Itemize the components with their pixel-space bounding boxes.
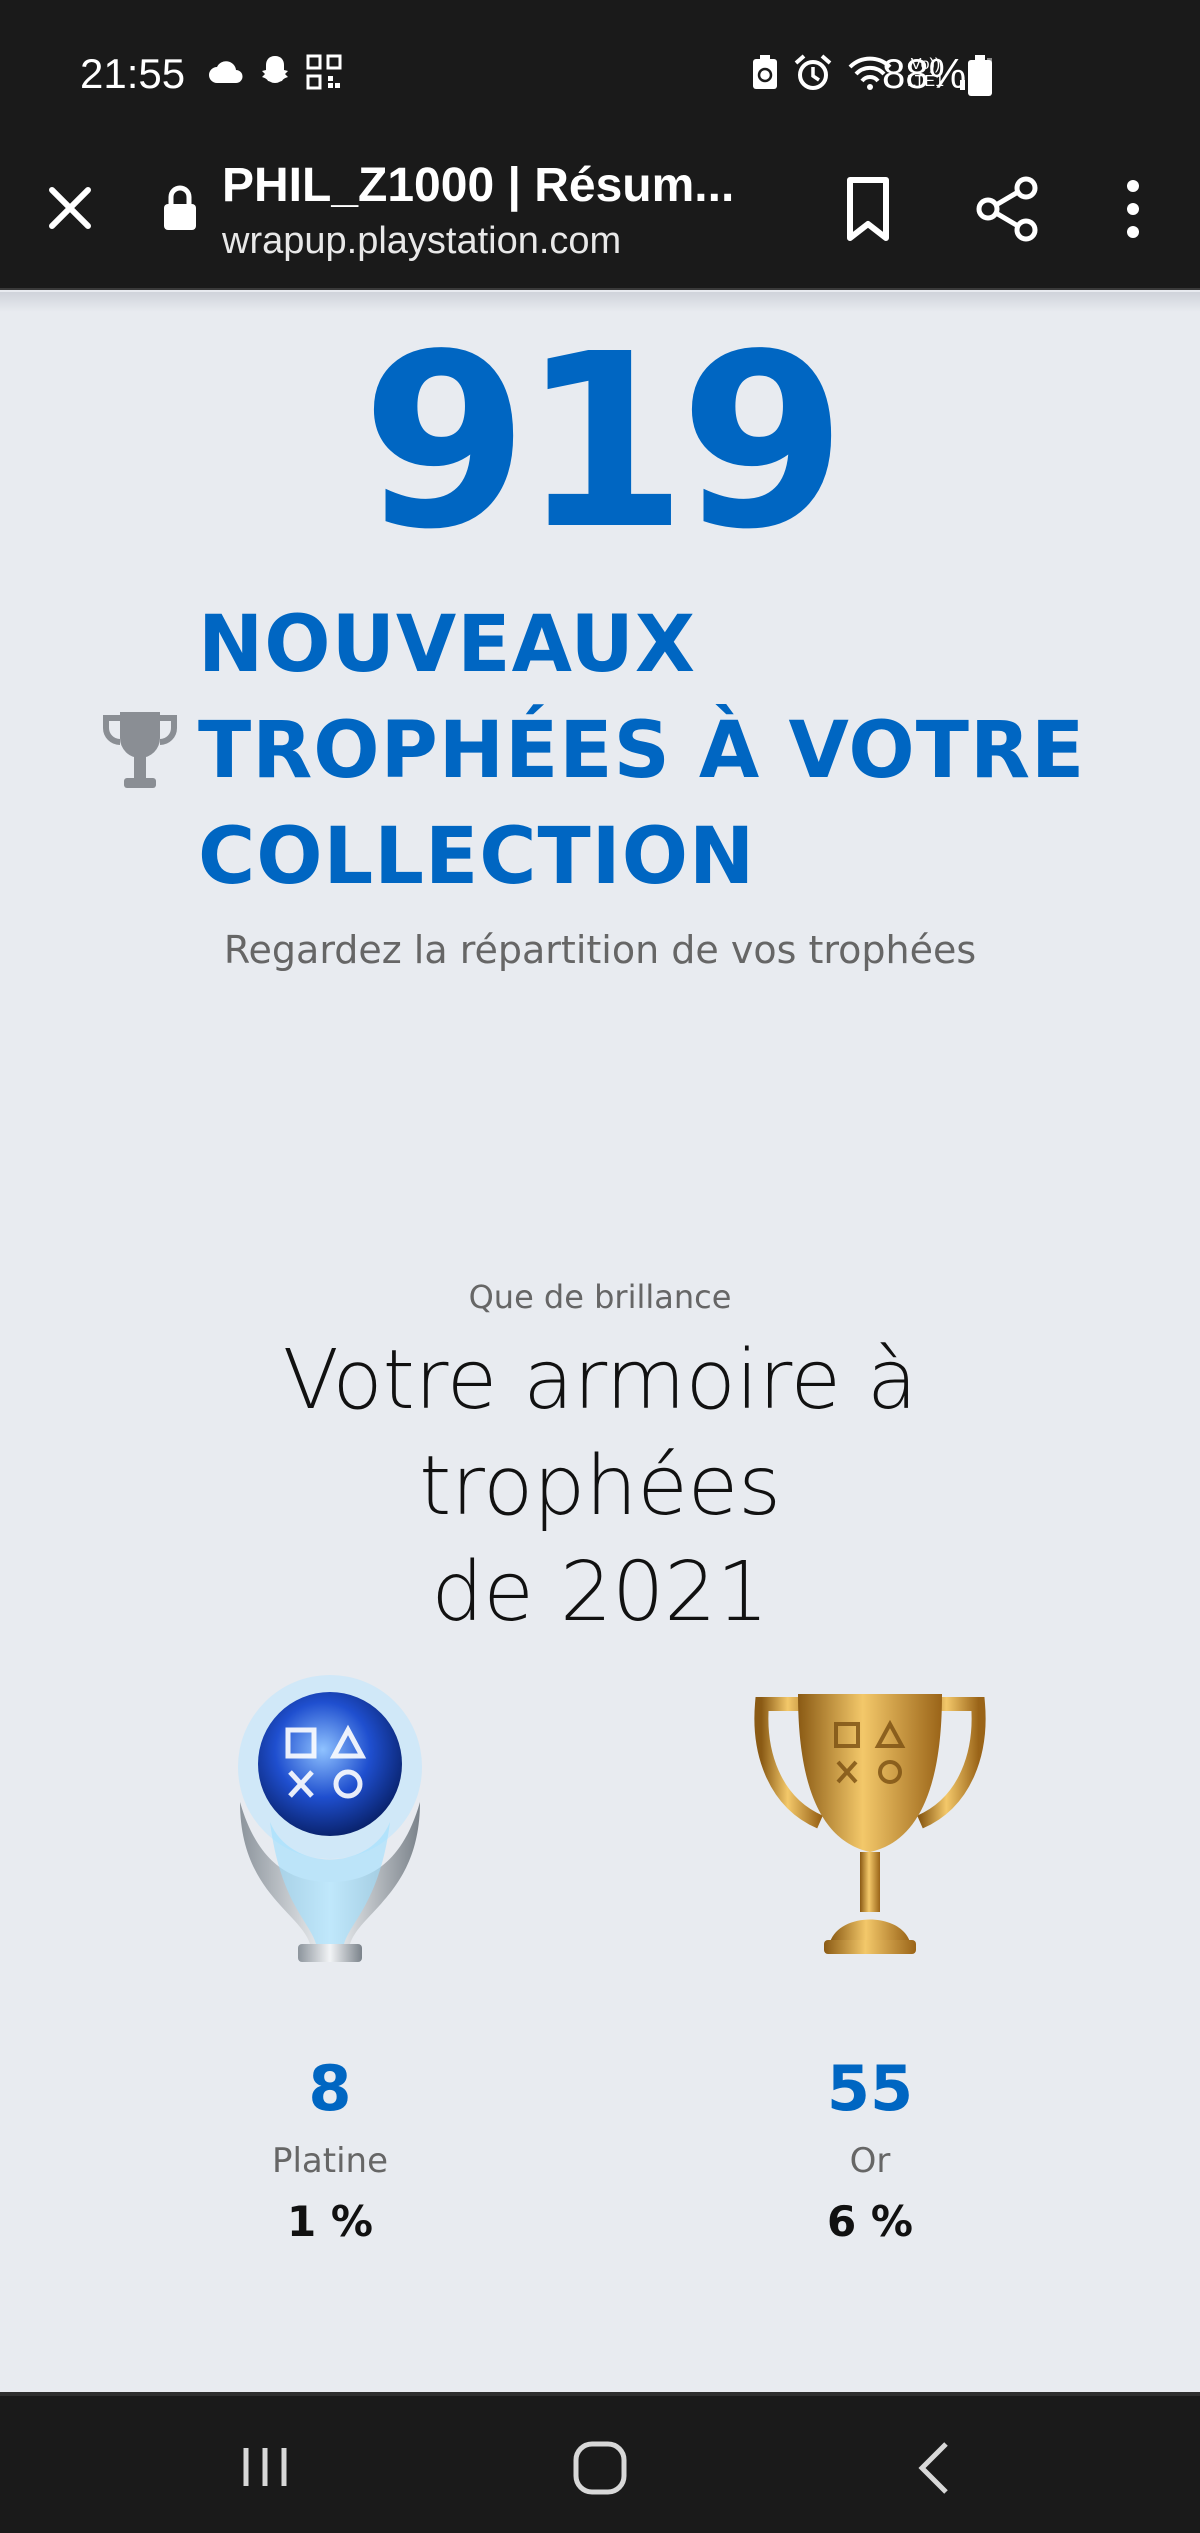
trophy-percent: 6 % bbox=[827, 2197, 913, 2246]
headline-line: NOUVEAUX bbox=[198, 600, 697, 690]
qr-icon bbox=[306, 54, 342, 90]
battery-icon bbox=[968, 55, 992, 96]
status-left-icons bbox=[208, 54, 342, 90]
back-icon[interactable] bbox=[914, 2438, 954, 2498]
battery-saver-icon bbox=[752, 55, 777, 89]
status-time: 21:55 bbox=[80, 50, 186, 97]
trophy-percent: 1 % bbox=[287, 2197, 373, 2246]
trophy-label: Platine bbox=[271, 2141, 389, 2181]
alarm-icon bbox=[794, 54, 832, 90]
section-eyebrow: Que de brillance bbox=[468, 1278, 732, 1316]
lock-icon bbox=[164, 185, 196, 230]
headline-line: COLLECTION bbox=[198, 812, 756, 902]
trophy-count: 55 bbox=[826, 2052, 914, 2125]
snapchat-icon bbox=[262, 56, 288, 83]
headline-line: TROPHÉES À VOTRE bbox=[198, 706, 1086, 796]
trophy-count: 8 bbox=[308, 2052, 352, 2125]
battery-percent: 88% bbox=[882, 50, 967, 97]
hero-headline: NOUVEAUX TROPHÉES À VOTRE COLLECTION bbox=[198, 592, 1098, 910]
page-content: 919 NOUVEAUX TROPHÉES À VOTRE COLLECTION… bbox=[0, 292, 1200, 2392]
url-domain[interactable]: wrapup.playstation.com bbox=[222, 220, 621, 263]
hero-subtitle: Regardez la répartition de vos trophées bbox=[223, 928, 977, 972]
trophy-card-gold: 55 Or 6 % bbox=[670, 1672, 1070, 2246]
section-title-line: de 2021 bbox=[431, 1545, 769, 1640]
close-icon[interactable] bbox=[40, 178, 100, 238]
trophy-icon bbox=[103, 712, 177, 788]
section-title: Votre armoire à trophées de 2021 bbox=[100, 1328, 1100, 1646]
trophy-total-count: 919 bbox=[361, 302, 847, 582]
cloud-icon bbox=[209, 61, 243, 83]
more-vert-icon[interactable] bbox=[1118, 176, 1148, 242]
share-icon[interactable] bbox=[976, 176, 1040, 242]
browser-toolbar: PHIL_Z1000 | Résum... wrapup.playstation… bbox=[0, 130, 1200, 290]
page-title[interactable]: PHIL_Z1000 | Résum... bbox=[222, 158, 734, 213]
recent-apps-icon[interactable] bbox=[240, 2442, 290, 2492]
platinum-trophy-icon bbox=[238, 1675, 422, 1962]
bookmark-icon[interactable] bbox=[838, 174, 898, 244]
gold-trophy-icon bbox=[754, 1694, 986, 1954]
status-bar: 21:55 Vo)) LTE1 88% bbox=[0, 0, 1200, 130]
trophy-label: Or bbox=[849, 2141, 891, 2181]
section-title-line: Votre armoire à trophées bbox=[282, 1333, 918, 1534]
trophy-card-platinum: 8 Platine 1 % bbox=[130, 1672, 530, 2246]
home-icon[interactable] bbox=[570, 2438, 630, 2498]
android-nav-bar bbox=[0, 2392, 1200, 2533]
